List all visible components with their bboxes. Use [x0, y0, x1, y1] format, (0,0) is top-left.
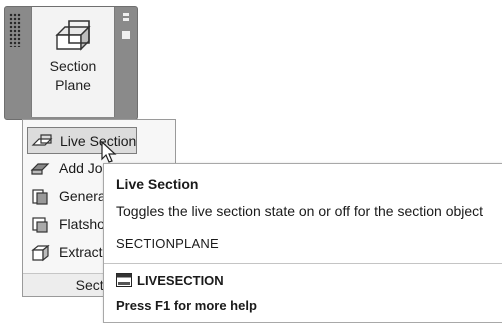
- section-plane-button[interactable]: Section Plane: [31, 7, 115, 117]
- section-plane-icon: [55, 20, 91, 51]
- add-jog-icon: [30, 163, 50, 175]
- pin-icon[interactable]: [123, 13, 129, 16]
- tooltip-divider: [104, 263, 502, 264]
- ribbon-panel: Section Plane: [4, 6, 138, 120]
- panel-grip-handle[interactable]: [9, 13, 21, 47]
- tooltip-help-text: Press F1 for more help: [116, 298, 257, 313]
- command-line-icon: [116, 273, 132, 287]
- live-section-icon: [31, 134, 53, 146]
- tooltip-command: SECTIONPLANE: [116, 236, 219, 251]
- panel-launcher-icon[interactable]: [122, 31, 130, 39]
- live-section-tooltip: Live Section Toggles the live section st…: [103, 163, 502, 323]
- menu-item-live-section[interactable]: Live Section: [27, 127, 137, 154]
- flatshot-icon: [32, 217, 48, 233]
- tooltip-command-name: LIVESECTION: [137, 273, 224, 288]
- tooltip-description: Toggles the live section state on or off…: [116, 203, 484, 219]
- tooltip-title: Live Section: [116, 176, 199, 192]
- pin-icon-bar: [123, 18, 129, 21]
- generate-section-icon: [32, 189, 48, 205]
- extract-icon: [31, 244, 50, 262]
- section-plane-label: Section Plane: [49, 58, 97, 93]
- mouse-cursor-icon: [101, 141, 117, 163]
